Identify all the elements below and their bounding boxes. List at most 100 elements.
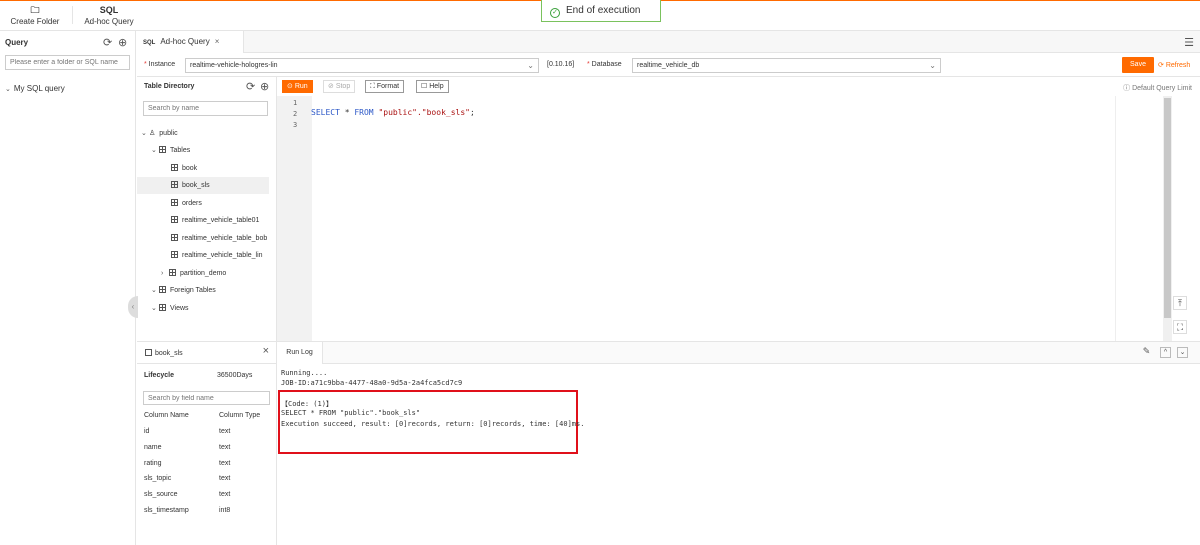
chevron-down-icon[interactable]: ⌄ [1177,347,1188,358]
tree-item-label: My SQL query [13,84,65,93]
chevron-down-icon: ⌄ [527,61,534,70]
column-type-header: Column Type [219,412,261,419]
fullscreen-icon[interactable]: ⛶ [1173,320,1187,334]
table-icon [159,286,166,293]
stop-button[interactable]: ⊘ Stop [323,80,356,93]
format-button[interactable]: ⛶ Format [365,80,405,93]
chevron-down-icon: ⌄ [151,147,157,154]
run-log-tabs: Run Log ✎ ^ ⌄ [277,342,1200,364]
field-search-input[interactable] [143,391,270,405]
chevron-right-icon: › [161,270,164,277]
locate-icon[interactable]: ⊕ [118,36,127,49]
chevron-down-icon: ⌄ [151,305,157,312]
sql-query-tree-item[interactable]: ⌄ My SQL query [5,84,65,93]
chevron-up-icon[interactable]: ^ [1160,347,1171,358]
save-button[interactable]: Save [1122,57,1154,73]
tree-table-item[interactable]: orders [137,195,269,212]
chevron-down-icon: ⌄ [5,86,11,93]
column-name-cell: rating [144,460,162,467]
code-editor[interactable]: 1 2 3 SELECT * FROM "public"."book_sls";… [277,96,1200,341]
locate-icon[interactable]: ⊕ [260,80,269,93]
table-detail-title: book_sls [145,349,183,357]
folder-plus-icon: 🗀 [30,5,40,15]
column-name-cell: sls_source [144,491,178,498]
column-type-cell: text [219,475,231,482]
refresh-icon[interactable]: ⟳ [246,80,255,93]
column-name-header: Column Name [144,412,189,419]
stop-icon: ⊘ [328,83,336,90]
tree-table-item[interactable]: realtime_vehicle_table_lin [137,247,269,264]
lifecycle-label: Lifecycle [144,372,174,379]
chevron-down-icon: ⌄ [141,130,147,137]
run-log-panel: Run Log ✎ ^ ⌄ Running.... JOB-ID:a71c9bb… [277,341,1200,545]
table-search-input[interactable] [143,101,268,116]
tree-table-item[interactable]: book [137,160,269,177]
log-line: JOB-ID:a71c9bba-4477-48a0-9d5a-2a4fca5cd… [281,379,463,387]
refresh-icon: ⟳ [1158,62,1166,69]
table-icon [171,164,178,171]
instance-bar: * Instance realtime-vehicle-hologres-lin… [137,53,1200,77]
tree-tables-group[interactable]: ⌄ Tables [137,142,269,159]
table-icon [171,199,178,206]
refresh-icon[interactable]: ⟳ [103,36,112,49]
column-type-cell: int8 [219,507,231,514]
database-label: * Database [587,61,622,68]
tree-partition-item[interactable]: › partition_demo [137,265,269,282]
scroll-top-icon[interactable]: ⤒ [1173,296,1187,310]
sql-code: SELECT * FROM "public"."book_sls"; [311,108,475,117]
code-minimap[interactable] [1115,96,1163,341]
column-type-cell: text [219,491,231,498]
info-icon: ⓘ [1123,85,1133,92]
table-directory: Table Directory ⟳ ⊕ ⌄♙public ⌄Tables boo… [137,77,277,341]
refresh-button[interactable]: ⟳ Refresh [1158,61,1190,69]
tree-table-item[interactable]: realtime_vehicle_table01 [137,212,269,229]
help-icon: ☐ [421,83,430,90]
line-number: 2 [293,110,298,118]
tree-table-item[interactable]: realtime_vehicle_table_bob [137,230,269,247]
table-icon [145,349,152,356]
format-icon: ⛶ [370,83,377,90]
database-select[interactable]: realtime_vehicle_db ⌄ [632,58,941,73]
toast-message: End of execution [566,5,641,16]
view-icon [159,304,166,311]
tree-table-item[interactable]: book_sls [137,177,269,194]
column-name-cell: name [144,444,162,451]
log-line: Running.... [281,369,328,377]
tab-adhoc-query[interactable]: SQL Ad-hoc Query × [137,31,244,53]
chevron-down-icon: ⌄ [151,287,157,294]
tab-run-log[interactable]: Run Log [277,342,323,364]
sql-icon: SQL [99,5,119,15]
adhoc-query-label: Ad-hoc Query [84,17,134,26]
tab-label: Ad-hoc Query [160,37,210,46]
create-folder-button[interactable]: 🗀 Create Folder [10,5,60,26]
execution-toast: ✓ End of execution [541,0,661,22]
close-icon[interactable]: × [263,345,269,357]
default-query-limit[interactable]: ⓘ Default Query Limit [1123,83,1192,93]
log-line: 【Code: (1)】 [281,400,333,408]
database-value: realtime_vehicle_db [637,62,700,69]
instance-label: * Instance [144,61,176,68]
adhoc-query-button[interactable]: SQL Ad-hoc Query [83,5,135,26]
play-icon: ⊙ [287,83,295,90]
query-search-input[interactable] [5,55,130,70]
chevron-left-icon: ‹ [131,302,135,311]
close-icon[interactable]: × [215,37,220,46]
run-button[interactable]: ⊙ Run [282,80,313,93]
table-icon [171,181,178,188]
column-name-cell: sls_timestamp [144,507,189,514]
query-panel: Query ⟳ ⊕ ⌄My SQL query [0,31,136,545]
column-type-cell: text [219,444,231,451]
help-button[interactable]: ☐ Help [416,80,449,93]
instance-version: [0.10.16] [547,61,575,68]
menu-icon[interactable]: ☰ [1184,36,1194,49]
instance-select[interactable]: realtime-vehicle-hologres-lin ⌄ [185,58,539,73]
sql-icon: SQL [143,40,156,46]
toolbar-divider [72,6,73,24]
pin-icon[interactable]: ✎ [1141,347,1152,358]
tree-views[interactable]: ⌄ Views [137,300,269,317]
check-circle-icon: ✓ [550,8,560,18]
tree-schema-public[interactable]: ⌄ ♙ public [137,125,269,142]
table-directory-title: Table Directory [144,83,195,90]
tree-foreign-tables[interactable]: ⌄ Foreign Tables [137,282,269,299]
editor-tabs: SQL Ad-hoc Query × ☰ [137,31,1200,53]
